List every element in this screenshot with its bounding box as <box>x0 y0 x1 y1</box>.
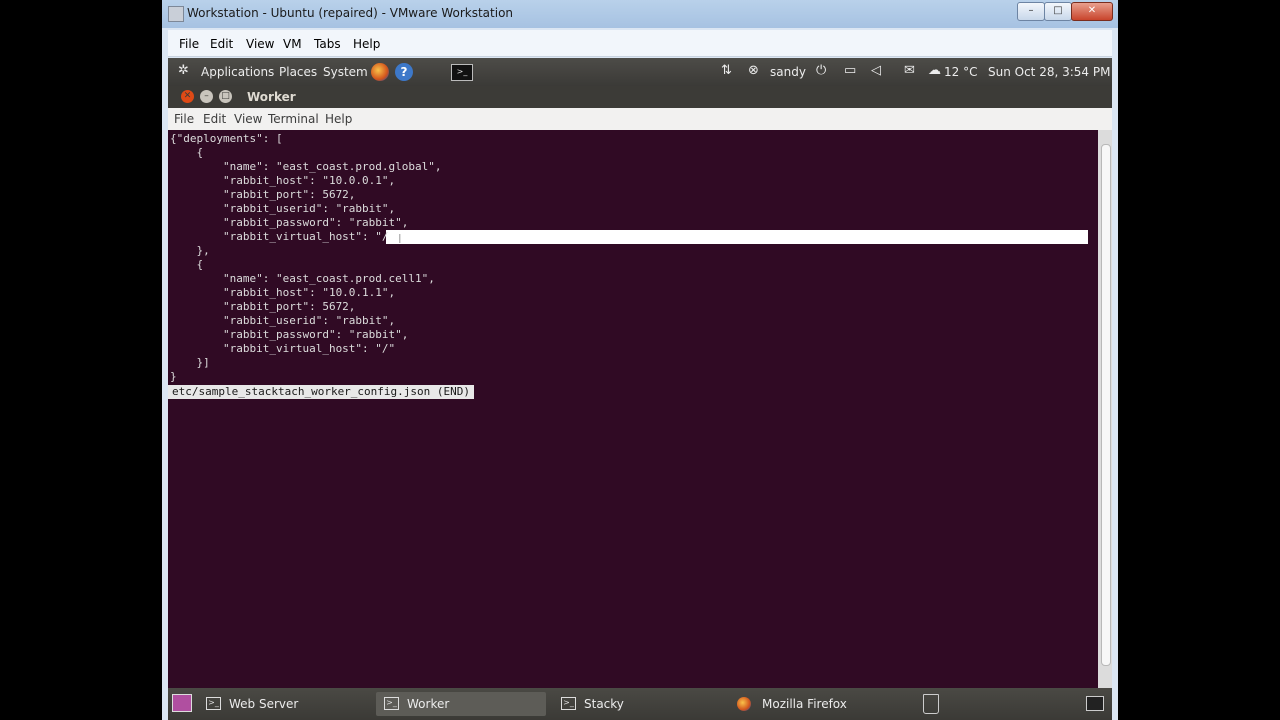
volume-icon[interactable]: ◁ <box>871 63 881 78</box>
terminal-line: } <box>170 370 177 383</box>
vmware-menu-vm[interactable]: VM <box>283 37 302 51</box>
terminal-line: { <box>170 258 204 271</box>
close-button[interactable]: ✕ <box>1071 2 1113 21</box>
terminal-line: "rabbit_port": 5672, <box>170 188 356 201</box>
vmware-menu-tabs[interactable]: Tabs <box>314 37 341 51</box>
vmware-window-title: Workstation - Ubuntu (repaired) - VMware… <box>187 6 514 20</box>
terminal-app-icon: >_ <box>206 697 221 710</box>
terminal-output[interactable]: {"deployments": [ { "name": "east_coast.… <box>168 130 1098 688</box>
ubuntu-logo-icon[interactable]: ✲ <box>178 63 189 78</box>
taskbar-item-worker[interactable]: >_ Worker <box>376 692 546 716</box>
terminal-app-icon: >_ <box>384 697 399 710</box>
terminal-line: }] <box>170 356 210 369</box>
terminal-maximize-icon[interactable]: □ <box>219 90 232 103</box>
terminal-line: "rabbit_virtual_host": "/" <box>170 342 396 355</box>
terminal-line: "name": "east_coast.prod.global", <box>170 160 442 173</box>
terminal-line: { <box>170 146 204 159</box>
pager-status-line: etc/sample_stacktach_worker_config.json … <box>168 385 475 399</box>
guest-desktop: ✲ Applications Places System ? >_ ⇅ ⊗ sa… <box>168 58 1112 720</box>
taskbar-label: Stacky <box>584 697 624 711</box>
terminal-scrollbar[interactable] <box>1098 130 1112 688</box>
terminal-minimize-icon[interactable]: – <box>200 90 213 103</box>
vmware-title-bar[interactable]: Workstation - Ubuntu (repaired) - VMware… <box>162 0 1118 28</box>
vmware-menu-view[interactable]: View <box>246 37 274 51</box>
terminal-line: "rabbit_password": "rabbit", <box>170 328 409 341</box>
clock[interactable]: Sun Oct 28, 3:54 PM <box>988 65 1110 79</box>
firefox-launcher-icon[interactable] <box>371 63 389 81</box>
terminal-menubar: File Edit View Terminal Help <box>168 108 1112 130</box>
taskbar-item-web-server[interactable]: >_ Web Server <box>198 692 368 716</box>
menu-applications[interactable]: Applications <box>201 65 274 79</box>
menu-system[interactable]: System <box>323 65 368 79</box>
terminal-line: "rabbit_userid": "rabbit", <box>170 314 396 327</box>
gnome-top-panel: ✲ Applications Places System ? >_ ⇅ ⊗ sa… <box>168 58 1112 86</box>
mail-icon[interactable]: ✉ <box>904 63 915 78</box>
scrollbar-thumb[interactable] <box>1101 144 1111 666</box>
terminal-line: "rabbit_port": 5672, <box>170 300 356 313</box>
terminal-line: "rabbit_userid": "rabbit", <box>170 202 396 215</box>
terminal-launcher-icon[interactable]: >_ <box>451 64 473 81</box>
terminal-close-icon[interactable]: ✕ <box>181 90 194 103</box>
menu-places[interactable]: Places <box>279 65 317 79</box>
gnome-bottom-panel: >_ Web Server >_ Worker >_ Stacky Mozill… <box>168 688 1112 720</box>
vmware-menubar: File Edit View VM Tabs Help <box>168 30 1112 57</box>
power-icon[interactable]: ⏻ <box>816 63 826 78</box>
taskbar-label: Web Server <box>229 697 299 711</box>
firefox-icon <box>737 697 751 711</box>
trash-icon[interactable] <box>923 694 939 714</box>
vmware-app-icon <box>168 6 184 22</box>
display-icon[interactable]: ▭ <box>844 63 856 78</box>
terminal-line: "rabbit_host": "10.0.0.1", <box>170 174 396 187</box>
help-icon[interactable]: ? <box>395 63 413 81</box>
weather-icon[interactable]: ☁ <box>928 63 941 78</box>
network-icon[interactable]: ⇅ <box>721 63 732 78</box>
terminal-title-bar[interactable]: ✕ – □ Worker <box>168 86 1112 108</box>
terminal-app-icon: >_ <box>561 697 576 710</box>
minimize-button[interactable]: – <box>1017 2 1045 21</box>
terminal-menu-file[interactable]: File <box>174 112 194 126</box>
terminal-menu-help[interactable]: Help <box>325 112 352 126</box>
taskbar-label: Worker <box>407 697 450 711</box>
taskbar-item-firefox[interactable]: Mozilla Firefox <box>731 692 911 716</box>
terminal-line: "rabbit_virtual_host": "/ <box>170 230 389 243</box>
selection-highlight <box>386 230 1088 244</box>
user-status-icon[interactable]: ⊗ <box>748 63 759 78</box>
vmware-menu-edit[interactable]: Edit <box>210 37 233 51</box>
user-name[interactable]: sandy <box>770 65 806 79</box>
terminal-line: {"deployments": [ <box>170 132 283 145</box>
taskbar-label: Mozilla Firefox <box>762 697 847 711</box>
terminal-line: "name": "east_coast.prod.cell1", <box>170 272 435 285</box>
weather-temperature[interactable]: 12 °C <box>944 65 977 79</box>
text-cursor-icon: I <box>398 232 402 246</box>
workspace-switcher-icon[interactable] <box>1086 696 1104 711</box>
terminal-line: "rabbit_password": "rabbit", <box>170 216 409 229</box>
vmware-menu-file[interactable]: File <box>179 37 199 51</box>
taskbar-item-stacky[interactable]: >_ Stacky <box>553 692 723 716</box>
terminal-menu-edit[interactable]: Edit <box>203 112 226 126</box>
show-desktop-icon[interactable] <box>172 694 192 712</box>
terminal-menu-terminal[interactable]: Terminal <box>268 112 319 126</box>
terminal-line: "rabbit_host": "10.0.1.1", <box>170 286 396 299</box>
vmware-menu-help[interactable]: Help <box>353 37 380 51</box>
terminal-line: }, <box>170 244 210 257</box>
terminal-window-title: Worker <box>247 90 296 104</box>
vmware-window: Workstation - Ubuntu (repaired) - VMware… <box>162 0 1118 720</box>
maximize-button[interactable]: □ <box>1044 2 1072 21</box>
terminal-menu-view[interactable]: View <box>234 112 262 126</box>
